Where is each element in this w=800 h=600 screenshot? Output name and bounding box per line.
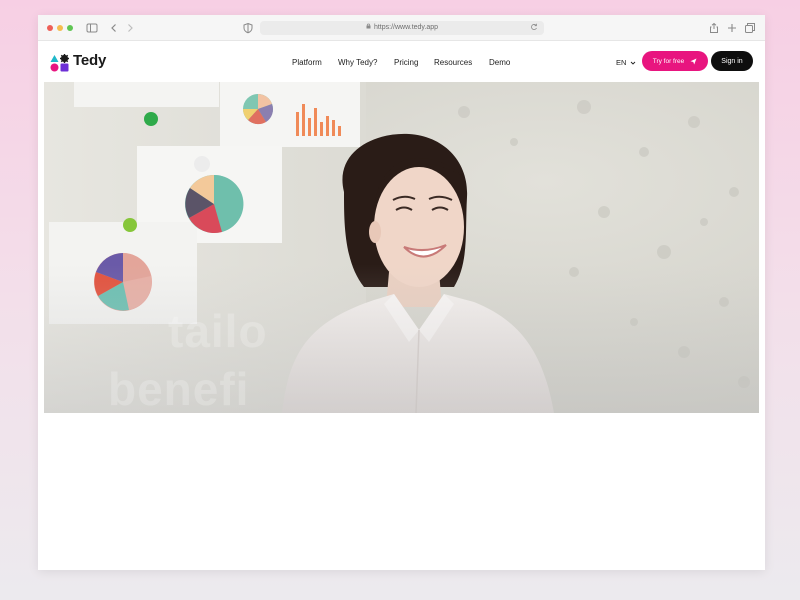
nav-demo[interactable]: Demo [489, 58, 510, 67]
lock-icon [366, 21, 371, 35]
hero-video[interactable]: tailo benefi [44, 82, 759, 413]
chevron-down-icon [630, 61, 635, 65]
nav-pricing[interactable]: Pricing [394, 58, 418, 67]
tabs-overview-icon[interactable] [744, 21, 758, 35]
send-arrow-icon [690, 58, 697, 64]
maximize-window-icon[interactable] [67, 25, 73, 31]
try-for-free-button[interactable]: Try for free [642, 51, 708, 71]
forward-chevron-icon[interactable] [124, 21, 138, 35]
new-tab-plus-icon[interactable] [726, 21, 740, 35]
language-selector[interactable]: EN [616, 58, 636, 67]
address-bar[interactable]: https://www.tedy.app [260, 21, 544, 35]
language-label: EN [616, 58, 627, 67]
url-text: https://www.tedy.app [373, 24, 439, 31]
minimize-window-icon[interactable] [57, 25, 63, 31]
browser-toolbar: https://www.tedy.app [38, 15, 765, 41]
shield-icon[interactable] [242, 21, 256, 35]
share-icon[interactable] [708, 21, 722, 35]
site-header: Tedy Platform Why Tedy? Pricing Resource… [38, 41, 765, 81]
hero-overlay-line-1: tailo [168, 305, 268, 357]
reload-icon[interactable] [530, 21, 538, 35]
try-for-free-label: Try for free [652, 57, 685, 65]
hero-overlay-line-2: benefi [108, 363, 250, 413]
tedy-logo-icon[interactable] [50, 54, 70, 72]
browser-window: https://www.tedy.app Tedy Platform Why T… [38, 15, 765, 570]
logo-text[interactable]: Tedy [73, 52, 106, 69]
back-chevron-icon[interactable] [108, 21, 122, 35]
hero-overlay-text: tailo benefi [108, 302, 268, 413]
sidebar-icon[interactable] [86, 21, 100, 35]
nav-resources[interactable]: Resources [434, 58, 472, 67]
nav-platform[interactable]: Platform [292, 58, 322, 67]
sign-in-label: Sign in [721, 57, 743, 65]
sign-in-button[interactable]: Sign in [711, 51, 753, 71]
nav-why-tedy[interactable]: Why Tedy? [338, 58, 377, 67]
close-window-icon[interactable] [47, 25, 53, 31]
